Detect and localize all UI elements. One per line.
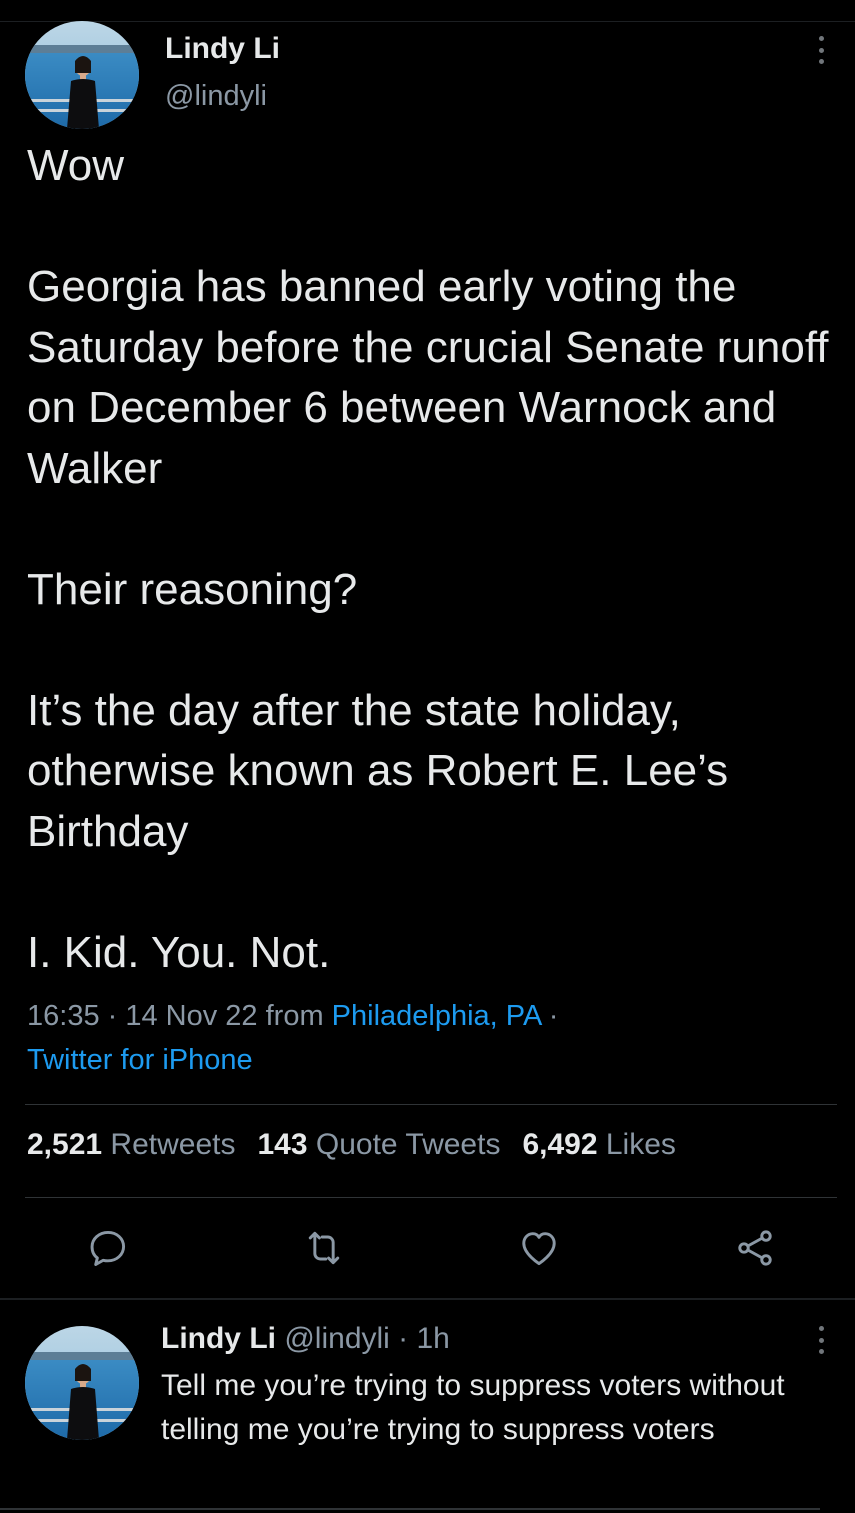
reply-text: Tell me you’re trying to suppress voters… bbox=[161, 1369, 785, 1446]
divider bbox=[25, 1104, 837, 1105]
retweets-label: Retweets bbox=[110, 1128, 236, 1161]
divider bbox=[25, 1197, 837, 1198]
retweet-button[interactable] bbox=[302, 1226, 346, 1270]
tweet-text: Wow Georgia has banned early voting the … bbox=[27, 141, 829, 977]
share-button[interactable] bbox=[733, 1226, 777, 1270]
avatar[interactable] bbox=[25, 21, 139, 129]
divider bbox=[0, 1508, 820, 1510]
more-options-icon[interactable] bbox=[811, 36, 831, 64]
reply-button[interactable] bbox=[86, 1226, 130, 1270]
tweet-timestamp: 16:35 · 14 Nov 22 from bbox=[27, 1000, 324, 1032]
tweet-stats: 2,521 Retweets 143 Quote Tweets 6,492 Like… bbox=[27, 1128, 676, 1162]
retweets-count: 2,521 bbox=[27, 1128, 103, 1161]
heart-icon bbox=[522, 1232, 556, 1266]
tweet-client-link[interactable]: Twitter for iPhone bbox=[27, 1044, 253, 1076]
quotes-count: 143 bbox=[257, 1128, 308, 1161]
share-icon bbox=[738, 1230, 772, 1266]
author-handle[interactable]: @lindyli bbox=[165, 80, 267, 113]
reply-avatar[interactable] bbox=[25, 1326, 139, 1440]
avatar-image bbox=[25, 1326, 139, 1440]
reply-more-options-icon[interactable] bbox=[811, 1326, 831, 1354]
meta-separator: · bbox=[540, 1000, 559, 1032]
quotes-label: Quote Tweets bbox=[315, 1128, 501, 1161]
likes-count: 6,492 bbox=[522, 1128, 598, 1161]
reply-time: · 1h bbox=[398, 1322, 450, 1355]
avatar-image bbox=[25, 21, 139, 129]
likes-stat[interactable]: 6,492 Likes bbox=[522, 1128, 675, 1161]
like-button[interactable] bbox=[517, 1226, 561, 1270]
tweet-location-link[interactable]: Philadelphia, PA bbox=[332, 1000, 541, 1032]
tweet-meta: 16:35 · 14 Nov 22 from Philadelphia, PA … bbox=[27, 994, 827, 1082]
likes-label: Likes bbox=[605, 1128, 676, 1161]
reply-author-name[interactable]: Lindy Li bbox=[161, 1322, 276, 1355]
retweets-stat[interactable]: 2,521 Retweets bbox=[27, 1128, 235, 1161]
top-divider bbox=[0, 21, 855, 22]
reply-icon bbox=[90, 1230, 126, 1266]
reply-author-handle[interactable]: @lindyli bbox=[284, 1322, 389, 1355]
quotes-stat[interactable]: 143 Quote Tweets bbox=[257, 1128, 500, 1161]
reply-header: Lindy Li @lindyli · 1h bbox=[161, 1322, 450, 1356]
retweet-icon bbox=[308, 1231, 340, 1265]
author-name[interactable]: Lindy Li bbox=[165, 32, 280, 66]
divider bbox=[0, 1298, 855, 1300]
